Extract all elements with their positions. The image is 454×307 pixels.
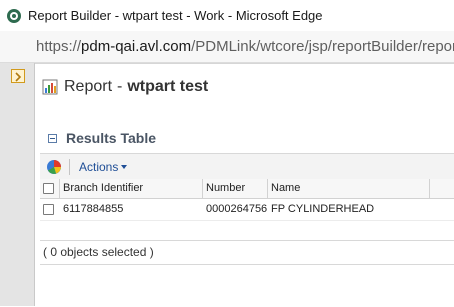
url-prefix: https:// <box>36 38 82 55</box>
report-header: Report - wtpart test <box>42 78 208 96</box>
expand-navigator-button[interactable] <box>11 69 25 83</box>
table-header-row: Branch Identifier Number Name <box>40 179 454 199</box>
select-all-cell <box>40 179 60 198</box>
table-row[interactable]: 6117884855 0000264756 FP CYLINDERHEAD <box>40 199 454 221</box>
column-header-branch-identifier[interactable]: Branch Identifier <box>60 179 203 198</box>
chevron-right-icon <box>15 72 22 82</box>
report-view-icon[interactable] <box>46 159 62 175</box>
results-table-header[interactable]: Results Table <box>48 130 156 146</box>
report-chart-icon <box>42 79 58 95</box>
results-table: Branch Identifier Number Name 6117884855… <box>40 179 454 241</box>
report-name: wtpart test <box>127 78 209 95</box>
results-table-title: Results Table <box>66 130 156 146</box>
url-host: pdm-qai.avl.com <box>81 38 192 55</box>
column-header-number[interactable]: Number <box>203 179 268 198</box>
cell-name[interactable]: FP CYLINDERHEAD <box>268 199 454 220</box>
window-title-bar: Report Builder - wtpart test - Work - Mi… <box>0 0 454 32</box>
report-label: Report <box>64 78 113 95</box>
app-logo-icon <box>7 8 21 23</box>
content-panel: Report - wtpart test Results Table Actions… <box>35 63 454 307</box>
url-text[interactable]: https://pdm-qai.avl.com/PDMLink/wtcore/j… <box>36 38 454 55</box>
column-header-name[interactable]: Name <box>268 179 430 198</box>
caret-down-icon <box>121 165 128 169</box>
address-bar[interactable]: https://pdm-qai.avl.com/PDMLink/wtcore/j… <box>0 31 454 63</box>
navigator-rail <box>0 63 35 306</box>
actions-menu-button[interactable]: Actions <box>79 159 128 174</box>
table-toolbar: Actions <box>40 153 454 180</box>
cell-branch-identifier: 6117884855 <box>63 203 124 215</box>
cell-number[interactable]: 0000264756 <box>203 199 268 220</box>
toolbar-separator <box>69 158 70 175</box>
select-all-checkbox[interactable] <box>43 183 54 194</box>
selection-status: ( 0 objects selected ) <box>40 240 454 265</box>
row-checkbox[interactable] <box>43 204 54 215</box>
column-header-extra <box>430 179 454 198</box>
window-title: Report Builder - wtpart test - Work - Mi… <box>28 8 323 23</box>
actions-label: Actions <box>79 159 119 174</box>
title-dash: - <box>117 78 123 95</box>
page-title: Report - wtpart test <box>64 78 208 96</box>
collapse-icon[interactable] <box>48 133 57 143</box>
url-path: /PDMLink/wtcore/jsp/reportBuilder/repor <box>191 38 454 55</box>
